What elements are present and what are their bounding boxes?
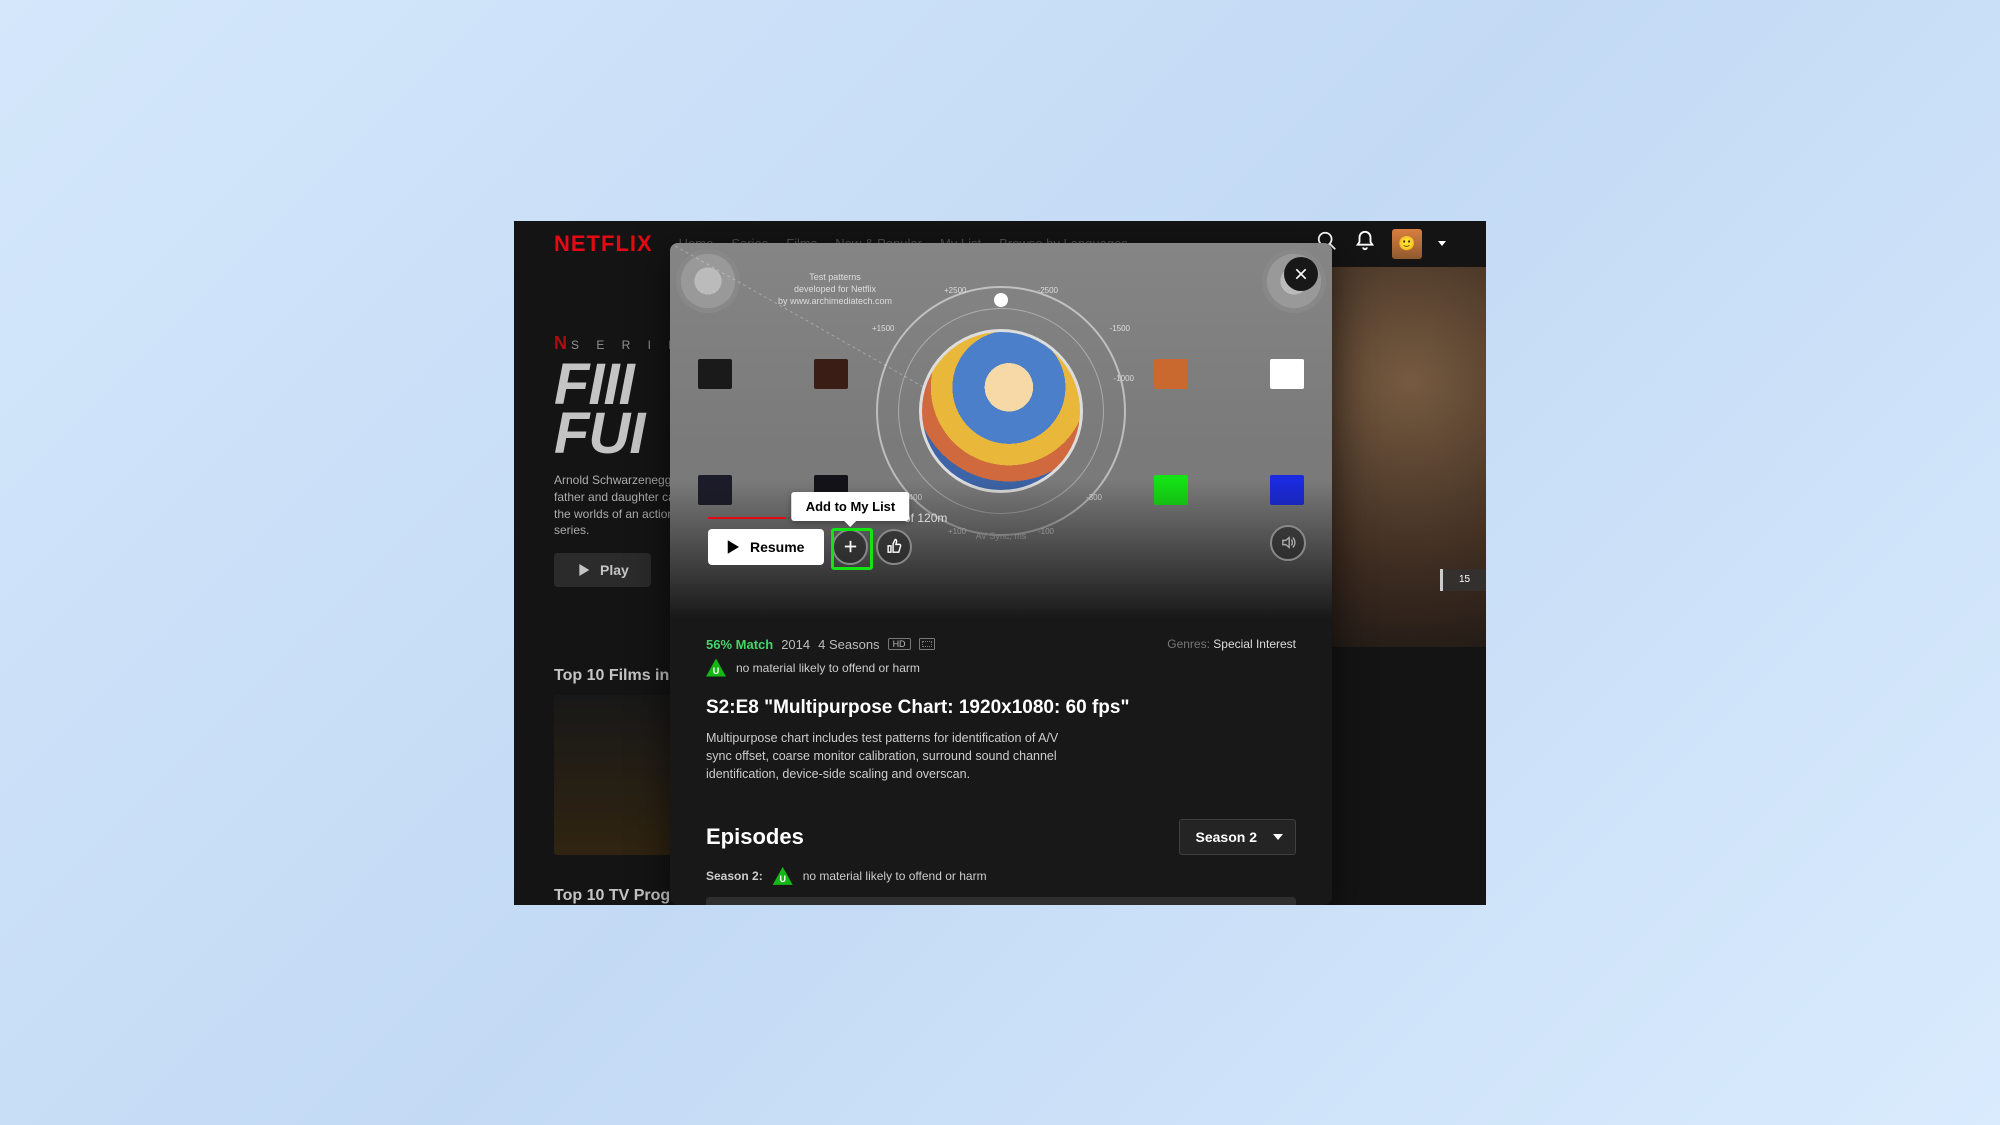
- rate-button[interactable]: [876, 529, 912, 565]
- test-pattern-credit: Test patterns developed for Netflix by w…: [778, 271, 892, 307]
- color-swatch: [1154, 475, 1188, 505]
- dial-center-image: [919, 329, 1083, 493]
- play-label: Play: [600, 562, 629, 578]
- netflix-logo[interactable]: NETFLIX: [554, 231, 653, 257]
- tick: +100: [948, 527, 966, 536]
- tick: -100: [1038, 527, 1054, 536]
- tick: -1500: [1110, 324, 1130, 333]
- u-rating-badge: U: [706, 659, 726, 677]
- seasons-count: 4 Seasons: [818, 637, 879, 652]
- test-pattern-circle: [676, 249, 740, 313]
- hd-badge: HD: [888, 638, 911, 650]
- details-section: 56% Match 2014 4 Seasons HD U no materia…: [670, 619, 1332, 905]
- genres-value[interactable]: Special Interest: [1213, 637, 1296, 651]
- match-score: 56% Match: [706, 637, 773, 652]
- audio-description-icon: [919, 638, 935, 650]
- color-swatch: [698, 475, 732, 505]
- progress-remaining: of 120m: [904, 511, 947, 525]
- color-swatch: [1270, 475, 1304, 505]
- background-play-button[interactable]: Play: [554, 553, 651, 587]
- add-to-list-button[interactable]: [832, 529, 868, 565]
- episode-list[interactable]: [706, 897, 1296, 905]
- episodes-heading: Episodes: [706, 824, 804, 850]
- age-rating-chip: 15: [1440, 569, 1486, 591]
- season-select[interactable]: Season 2: [1179, 819, 1296, 855]
- maturity-text: no material likely to offend or harm: [736, 661, 920, 675]
- season-rating-row: Season 2: U no material likely to offend…: [706, 867, 1296, 885]
- color-swatch: [814, 359, 848, 389]
- episode-title: S2:E8 "Multipurpose Chart: 1920x1080: 60…: [706, 697, 1296, 719]
- profile-avatar[interactable]: 🙂: [1392, 229, 1422, 259]
- maturity-row: U no material likely to offend or harm: [706, 659, 1296, 677]
- tick: -300: [1086, 493, 1102, 502]
- episodes-header: Episodes Season 2: [706, 819, 1296, 855]
- mute-button[interactable]: [1270, 525, 1306, 561]
- title-detail-modal: Test patterns developed for Netflix by w…: [670, 243, 1332, 905]
- color-swatch: [1270, 359, 1304, 389]
- notifications-icon[interactable]: [1354, 230, 1376, 257]
- color-swatch: [1154, 359, 1188, 389]
- genres-label: Genres:: [1167, 637, 1213, 651]
- u-rating-badge: U: [773, 867, 793, 885]
- genres-line: Genres: Special Interest: [1167, 637, 1296, 651]
- preview-area: Test patterns developed for Netflix by w…: [670, 243, 1332, 619]
- close-button[interactable]: [1284, 257, 1318, 291]
- season-rating-text: no material likely to offend or harm: [803, 869, 987, 883]
- tick: +2500: [944, 286, 966, 295]
- resume-button[interactable]: Resume: [708, 529, 824, 565]
- add-tooltip: Add to My List: [792, 492, 910, 521]
- season-rating-label: Season 2:: [706, 869, 763, 883]
- avsync-label: AV Sync, ms: [976, 531, 1027, 541]
- profile-caret-icon[interactable]: [1438, 241, 1446, 246]
- year: 2014: [781, 637, 810, 652]
- episode-description: Multipurpose chart includes test pattern…: [706, 729, 1086, 783]
- tick: +1500: [872, 324, 894, 333]
- resume-label: Resume: [750, 539, 804, 555]
- chevron-down-icon: [1273, 834, 1283, 840]
- color-swatch: [698, 359, 732, 389]
- tick: -2500: [1038, 286, 1058, 295]
- tick: -1000: [1114, 374, 1134, 383]
- sync-dial: +2500 -2500 -1500 -1000 +1500 +400 +100 …: [876, 286, 1126, 536]
- film-tile[interactable]: [554, 695, 684, 855]
- preview-controls: Resume Add to My List: [708, 529, 912, 565]
- season-selected-label: Season 2: [1196, 829, 1257, 845]
